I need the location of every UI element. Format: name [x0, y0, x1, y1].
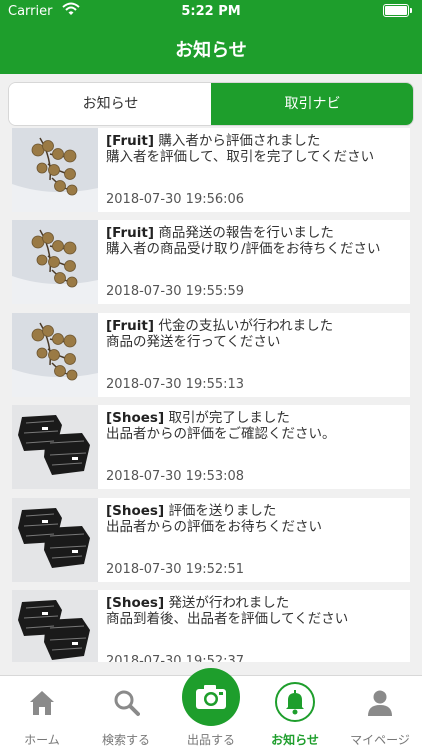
tab-home[interactable]: ホーム [0, 676, 84, 750]
category-label: [Shoes] [106, 410, 165, 426]
app-header: Carrier 5:22 PM お知らせ [0, 0, 422, 74]
timestamp: 2018-07-30 19:55:59 [106, 284, 245, 299]
tab-oshirase[interactable]: お知らせ [9, 83, 212, 125]
bell-icon [275, 682, 315, 722]
tab-label: マイページ [350, 733, 410, 747]
category-label: [Shoes] [106, 503, 165, 519]
tab-bar: ホーム 検索する 出品する お知らせ マイページ [0, 668, 422, 750]
notification-body: 購入者の商品受け取り/評価をお待ちください [106, 241, 381, 257]
product-thumbnail [12, 220, 98, 304]
status-bar: Carrier 5:22 PM [0, 0, 422, 22]
timestamp: 2018-07-30 19:53:08 [106, 469, 245, 484]
tab-torihiki-navi[interactable]: 取引ナビ [211, 83, 413, 125]
notification-title: 取引が完了しました [168, 410, 290, 426]
camera-icon [196, 685, 226, 709]
search-icon [114, 690, 140, 716]
product-thumbnail [12, 590, 98, 662]
notification-title: 発送が行われました [168, 595, 290, 611]
product-thumbnail [12, 405, 98, 489]
list-item[interactable]: [Fruit] 商品発送の報告を行いました 購入者の商品受け取り/評価をお待ちく… [12, 220, 410, 304]
list-item[interactable]: [Fruit] 購入者から評価されました 購入者を評価して、取引を完了してくださ… [12, 128, 410, 212]
timestamp: 2018-07-30 19:56:06 [106, 192, 245, 207]
timestamp: 2018-07-30 19:52:37 [106, 654, 245, 662]
notification-body: 商品到着後、出品者を評価してください [106, 611, 349, 627]
page-title: お知らせ [175, 40, 247, 61]
tab-mypage[interactable]: マイページ [338, 676, 422, 750]
notification-title: 代金の支払いが行われました [158, 318, 334, 334]
notification-title: 購入者から評価されました [158, 133, 321, 149]
timestamp: 2018-07-30 19:55:13 [106, 377, 245, 392]
timestamp: 2018-07-30 19:52:51 [106, 562, 245, 577]
category-label: [Fruit] [106, 318, 155, 334]
category-label: [Fruit] [106, 133, 155, 149]
list-item[interactable]: [Fruit] 代金の支払いが行われました 商品の発送を行ってください 2018… [12, 313, 410, 397]
notification-body: 商品の発送を行ってください [106, 334, 281, 350]
notification-body: 出品者からの評価をお待ちください [106, 519, 322, 535]
battery-icon [383, 4, 413, 18]
notification-message: [Shoes] 評価を送りました 出品者からの評価をお待ちください [106, 503, 406, 535]
notification-message: [Shoes] 取引が完了しました 出品者からの評価をご確認ください。 [106, 410, 406, 442]
tab-label: 検索する [101, 733, 150, 747]
notification-title: 商品発送の報告を行いました [158, 225, 334, 241]
person-icon [368, 690, 392, 716]
notification-message: [Fruit] 購入者から評価されました 購入者を評価して、取引を完了してくださ… [106, 133, 406, 165]
category-label: [Shoes] [106, 595, 165, 611]
notification-body: 出品者からの評価をご確認ください。 [106, 426, 336, 442]
tab-label: お知らせ [271, 733, 319, 747]
notification-message: [Fruit] 代金の支払いが行われました 商品の発送を行ってください [106, 318, 406, 350]
notification-title: 評価を送りました [168, 503, 277, 519]
notification-message: [Shoes] 発送が行われました 商品到着後、出品者を評価してください [106, 595, 406, 627]
list-item[interactable]: [Shoes] 発送が行われました 商品到着後、出品者を評価してください 201… [12, 590, 410, 662]
product-thumbnail [12, 128, 98, 212]
list-item[interactable]: [Shoes] 取引が完了しました 出品者からの評価をご確認ください。 2018… [12, 405, 410, 489]
product-thumbnail [12, 313, 98, 397]
home-icon [30, 691, 54, 715]
tab-search[interactable]: 検索する [84, 676, 168, 750]
segmented-control: お知らせ 取引ナビ [8, 82, 414, 126]
notification-list[interactable]: [Fruit] 購入者から評価されました 購入者を評価して、取引を完了してくださ… [12, 128, 410, 662]
status-time: 5:22 PM [181, 4, 241, 19]
notification-body: 購入者を評価して、取引を完了してください [106, 149, 375, 165]
product-thumbnail [12, 498, 98, 582]
tab-sell[interactable]: 出品する [169, 668, 253, 750]
tab-notifications[interactable]: お知らせ [253, 676, 337, 750]
notification-message: [Fruit] 商品発送の報告を行いました 購入者の商品受け取り/評価をお待ちく… [106, 225, 406, 257]
list-item[interactable]: [Shoes] 評価を送りました 出品者からの評価をお待ちください 2018-0… [12, 498, 410, 582]
tab-label: ホーム [24, 733, 60, 747]
category-label: [Fruit] [106, 225, 155, 241]
tab-label: 出品する [186, 733, 235, 747]
